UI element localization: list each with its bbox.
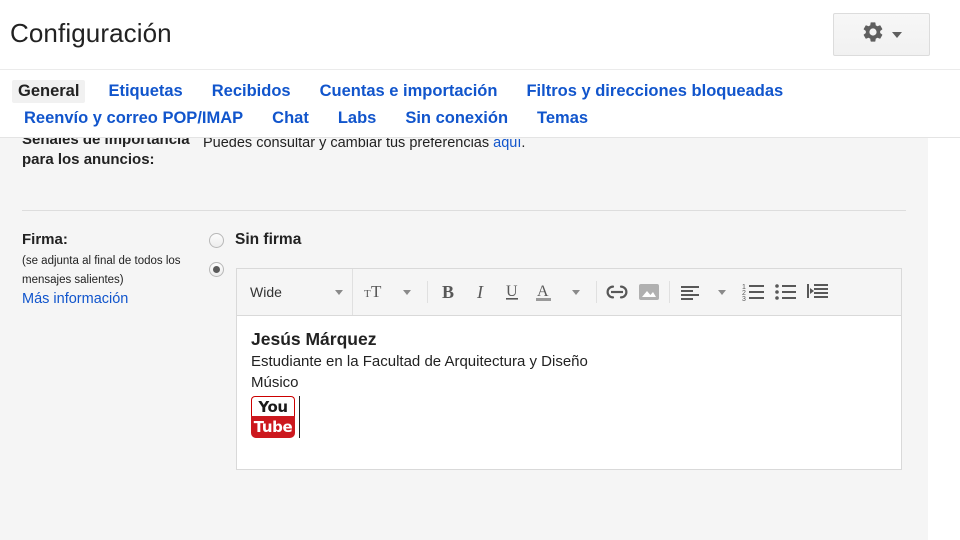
section-ad-importance-signals: Señales de importancia para los anuncios… <box>0 138 928 210</box>
align-left-icon[interactable] <box>676 277 704 307</box>
radio-con-firma[interactable] <box>209 262 224 277</box>
signature-editor-toolbar: Wide T T B I U A 1 2 3 <box>237 269 901 316</box>
tab-temas[interactable]: Temas <box>531 107 594 130</box>
text-color-icon[interactable]: A <box>530 277 558 307</box>
ad-signals-text-before: Puedes consultar y cambiar tus preferenc… <box>203 138 494 151</box>
toolbar-separator <box>669 281 670 303</box>
tab-chat[interactable]: Chat <box>266 107 315 130</box>
ad-signals-text-after: . <box>521 138 526 151</box>
chevron-down-icon <box>718 289 726 295</box>
bulleted-list-icon[interactable] <box>772 277 800 307</box>
svg-text:T: T <box>364 288 371 300</box>
youtube-logo-top-text: You <box>251 396 295 417</box>
settings-content: Señales de importancia para los anuncios… <box>0 138 928 540</box>
toolbar-separator <box>596 281 597 303</box>
settings-tabs: General Etiquetas Recibidos Cuentas e im… <box>0 71 960 138</box>
chevron-down-icon <box>892 31 902 38</box>
numbered-list-icon[interactable]: 1 2 3 <box>740 277 768 307</box>
settings-gear-button[interactable] <box>833 13 930 56</box>
signature-editor-body[interactable]: Jesús Márquez Estudiante en la Facultad … <box>237 316 901 469</box>
text-cursor-caret <box>299 396 300 438</box>
underline-icon[interactable]: U <box>498 277 526 307</box>
radio-sin-firma[interactable] <box>209 232 224 248</box>
signature-logo-row: You Tube <box>251 396 887 438</box>
signature-sublabel: (se adjunta al final de todos los mensaj… <box>22 255 181 286</box>
svg-text:T: T <box>371 283 382 301</box>
link-icon[interactable] <box>603 277 631 307</box>
chevron-down-icon <box>403 289 411 295</box>
font-size-icon[interactable]: T T <box>361 277 389 307</box>
signature-line-3: Músico <box>251 374 299 391</box>
chevron-down-icon <box>572 289 580 295</box>
bold-icon[interactable]: B <box>434 277 462 307</box>
gear-icon <box>861 20 885 49</box>
insert-image-icon[interactable] <box>635 277 663 307</box>
youtube-logo-icon: You Tube <box>251 396 295 438</box>
tab-recibidos[interactable]: Recibidos <box>206 80 297 103</box>
section-signature: Firma: (se adjunta al final de todos los… <box>0 210 928 540</box>
font-family-value: Wide <box>250 284 282 300</box>
svg-text:U: U <box>506 283 518 300</box>
svg-text:3: 3 <box>742 296 746 302</box>
signature-label-column: Firma: (se adjunta al final de todos los… <box>22 230 190 307</box>
align-dropdown-caret[interactable] <box>708 277 736 307</box>
ad-signals-description: Puedes consultar y cambiar tus preferenc… <box>203 138 525 151</box>
tab-reenvio-pop-imap[interactable]: Reenvío y correo POP/IMAP <box>18 107 249 130</box>
ad-signals-label-column: Señales de importancia para los anuncios… <box>22 138 190 170</box>
font-size-dropdown-caret[interactable] <box>393 277 421 307</box>
signature-line-2: Estudiante en la Facultad de Arquitectur… <box>251 353 588 370</box>
text-color-dropdown-caret[interactable] <box>562 277 590 307</box>
page-title: Configuración <box>10 18 172 48</box>
tab-cuentas-e-importacion[interactable]: Cuentas e importación <box>314 80 504 103</box>
toolbar-separator <box>427 281 428 303</box>
tab-sin-conexion[interactable]: Sin conexión <box>399 107 514 130</box>
svg-text:A: A <box>537 283 549 300</box>
chevron-down-icon <box>335 289 343 295</box>
signature-option-none-row[interactable]: Sin firma <box>209 231 301 249</box>
tab-etiquetas[interactable]: Etiquetas <box>102 80 188 103</box>
youtube-logo-bottom-text: Tube <box>251 416 295 438</box>
signature-option-custom-row[interactable] <box>209 262 224 277</box>
signature-label: Firma: <box>22 231 68 248</box>
ad-signals-label: Señales de importancia para los anuncios… <box>22 138 190 168</box>
font-family-dropdown[interactable]: Wide <box>237 269 353 315</box>
ad-signals-preferences-link[interactable]: aquí <box>493 138 521 151</box>
tabs-row-1: General Etiquetas Recibidos Cuentas e im… <box>12 80 960 103</box>
italic-icon[interactable]: I <box>466 277 494 307</box>
tab-general[interactable]: General <box>12 80 86 103</box>
page-header: Configuración <box>0 0 960 70</box>
radio-sin-firma-label: Sin firma <box>235 231 302 248</box>
signature-name: Jesús Márquez <box>251 329 377 349</box>
indent-less-icon[interactable] <box>804 277 832 307</box>
tabs-row-2: Reenvío y correo POP/IMAP Chat Labs Sin … <box>12 107 960 130</box>
section-divider <box>22 210 906 211</box>
signature-more-info-link[interactable]: Más información <box>22 291 190 307</box>
signature-editor: Wide T T B I U A 1 2 3 Jesús Márquez Est… <box>236 268 902 470</box>
tab-filtros-y-direcciones-bloqueadas[interactable]: Filtros y direcciones bloqueadas <box>520 80 789 103</box>
settings-page: Configuración General Etiquetas Recibido… <box>0 0 960 540</box>
tab-labs[interactable]: Labs <box>332 107 383 130</box>
